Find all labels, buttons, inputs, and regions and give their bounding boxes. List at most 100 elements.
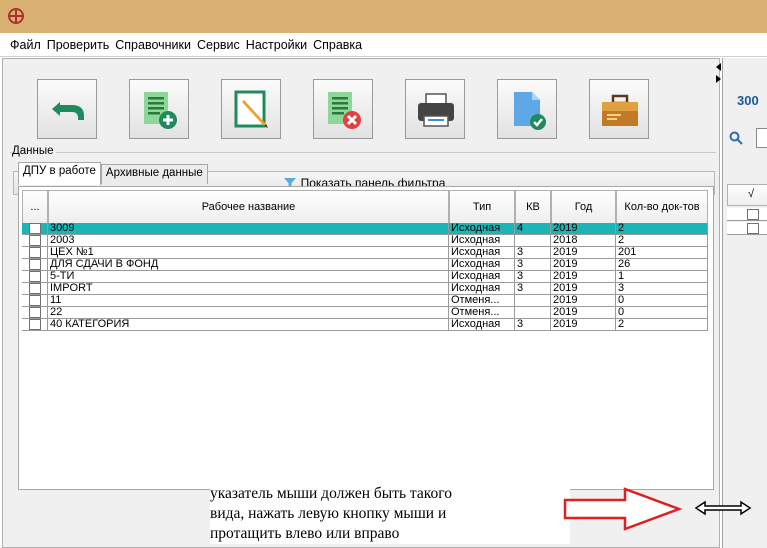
red-arrow-icon [563,487,683,531]
menu-file[interactable]: Файл [10,38,41,52]
cell-year: 2019 [551,259,616,271]
archive-button[interactable] [589,79,649,139]
cell-year: 2019 [551,223,616,235]
delete-document-button[interactable] [313,79,373,139]
cell-kv [515,295,551,307]
table-row[interactable]: 3009 Исходная 4 2019 2 [22,223,708,235]
row-checkbox[interactable] [747,223,759,234]
column-header-kv[interactable]: КВ [515,190,551,224]
delete-document-icon [328,92,361,129]
menu-references[interactable]: Справочники [115,38,191,52]
row-checkbox[interactable] [28,319,41,330]
right-panel-title: 300 [737,93,759,108]
app-logo-icon [8,8,24,24]
cell-doc-count: 2 [616,235,708,247]
cell-year: 2019 [551,319,616,331]
right-grid-row[interactable] [727,222,767,235]
row-select-cell [22,259,48,271]
row-select-cell [22,283,48,295]
cell-doc-count: 2 [616,223,708,235]
column-header-select[interactable]: ... [22,190,48,224]
annotation-line: указатель мыши должен быть такого [210,485,452,502]
column-header-doc-count[interactable]: Кол-во док-тов [616,190,708,224]
column-header-name[interactable]: Рабочее название [48,190,449,224]
tab-dpu-in-work[interactable]: ДПУ в работе [18,162,101,185]
row-checkbox[interactable] [28,247,41,258]
collapse-right-arrow-icon[interactable] [716,75,721,83]
cell-type: Отменя... [449,295,515,307]
check-column-header[interactable]: √ [748,188,754,200]
cell-type: Исходная [449,247,515,259]
cell-year: 2019 [551,283,616,295]
row-checkbox[interactable] [28,259,41,270]
approve-document-button[interactable] [497,79,557,139]
add-document-button[interactable] [129,79,189,139]
resize-cursor-icon [694,500,752,516]
row-checkbox[interactable] [28,271,41,282]
cell-name: 3009 [48,223,449,235]
cell-doc-count: 3 [616,283,708,295]
edit-document-button[interactable] [221,79,281,139]
cell-name: 40 КАТЕГОРИЯ [48,319,449,331]
cell-doc-count: 26 [616,259,708,271]
annotation-line: протащить влево или вправо [210,525,400,542]
cell-kv: 3 [515,283,551,295]
cell-doc-count: 1 [616,271,708,283]
menu-check[interactable]: Проверить [47,38,110,52]
search-input[interactable] [756,128,767,148]
cell-name: 22 [48,307,449,319]
row-checkbox[interactable] [28,223,41,234]
row-checkbox[interactable] [28,283,41,294]
table-row[interactable]: ЦЕХ №1 Исходная 3 2019 201 [22,247,708,259]
cell-type: Исходная [449,319,515,331]
row-select-cell [22,247,48,259]
cell-year: 2019 [551,307,616,319]
table-row[interactable]: 11 Отменя... 2019 0 [22,295,708,307]
row-select-cell [22,307,48,319]
cell-year: 2019 [551,271,616,283]
tab-archive-data[interactable]: Архивные данные [100,164,208,184]
menu-help[interactable]: Справка [313,38,362,52]
grid-header: ... Рабочее название Тип КВ Год Кол-во д… [22,190,708,224]
row-checkbox[interactable] [28,235,41,246]
cell-year: 2019 [551,295,616,307]
cell-doc-count: 2 [616,319,708,331]
cell-doc-count: 0 [616,307,708,319]
menu-service[interactable]: Сервис [197,38,240,52]
menu-settings[interactable]: Настройки [246,38,307,52]
cell-year: 2019 [551,247,616,259]
cell-type: Исходная [449,283,515,295]
column-header-type[interactable]: Тип [449,190,515,224]
title-bar [0,0,767,33]
tab-strip: ДПУ в работе Архивные данные [18,162,208,187]
table-row[interactable]: ДЛЯ СДАЧИ В ФОНД Исходная 3 2019 26 [22,259,708,271]
cell-name: 2003 [48,235,449,247]
cell-kv: 3 [515,259,551,271]
cell-kv: 3 [515,247,551,259]
row-checkbox[interactable] [28,295,41,306]
row-select-cell [22,223,48,235]
cell-name: ДЛЯ СДАЧИ В ФОНД [48,259,449,271]
cell-name: ЦЕХ №1 [48,247,449,259]
table-row[interactable]: IMPORT Исходная 3 2019 3 [22,283,708,295]
table-row[interactable]: 5-ТИ Исходная 3 2019 1 [22,271,708,283]
cell-doc-count: 201 [616,247,708,259]
right-grid-row[interactable] [727,208,767,221]
cell-kv: 3 [515,319,551,331]
add-document-icon [144,92,177,129]
table-row[interactable]: 22 Отменя... 2019 0 [22,307,708,319]
row-checkbox[interactable] [747,209,759,220]
table-row[interactable]: 40 КАТЕГОРИЯ Исходная 3 2019 2 [22,319,708,331]
back-button[interactable] [37,79,97,139]
row-checkbox[interactable] [28,307,41,318]
column-header-year[interactable]: Год [551,190,616,224]
cell-kv: 4 [515,223,551,235]
row-select-cell [22,271,48,283]
print-button[interactable] [405,79,465,139]
row-select-cell [22,235,48,247]
collapse-left-arrow-icon[interactable] [716,63,721,71]
cell-kv [515,307,551,319]
document-check-icon [514,92,546,130]
cell-type: Отменя... [449,307,515,319]
table-row[interactable]: 2003 Исходная 2018 2 [22,235,708,247]
